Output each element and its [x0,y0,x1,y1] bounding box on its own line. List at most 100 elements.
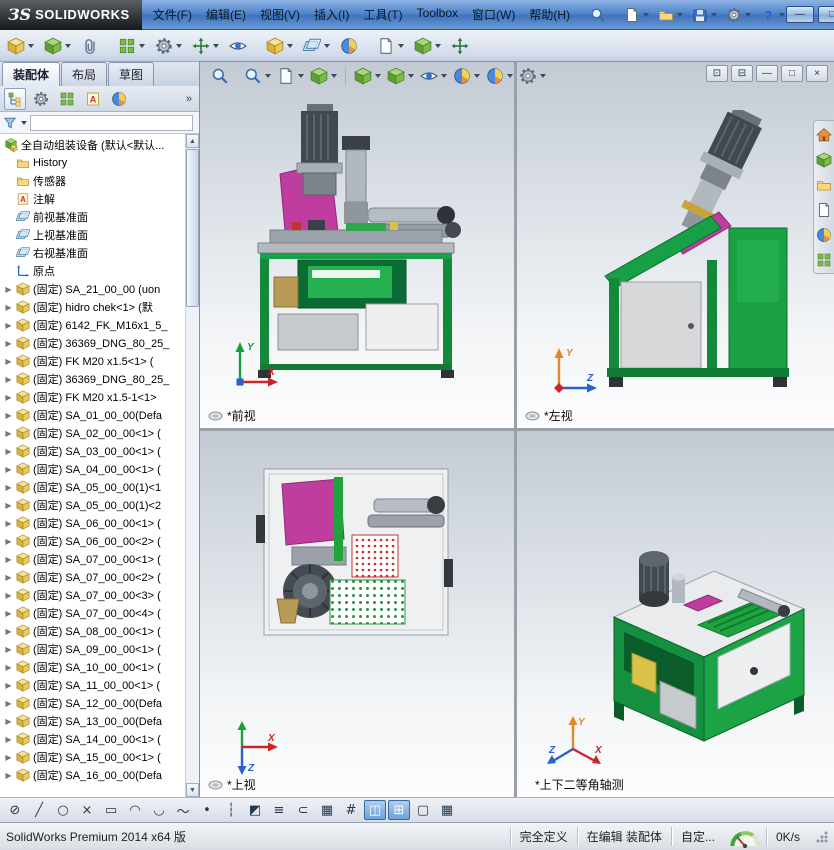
tab-sketch[interactable]: 草图 [108,62,155,86]
expand-arrow-icon[interactable]: ▶ [4,357,13,366]
viewport-two-button[interactable]: ◫ [364,800,386,820]
section-view-button[interactable] [309,66,338,86]
filter-funnel-icon[interactable] [3,116,17,130]
menu-item[interactable]: 帮助(H) [522,2,577,27]
new-document-button[interactable] [623,6,650,24]
expand-arrow-icon[interactable]: ▶ [4,591,13,600]
minimize-button[interactable]: — [786,6,815,23]
tree-item[interactable]: ▶ (固定) SA_05_00_00(1)<2 [0,496,186,514]
expand-arrow-icon[interactable]: ▶ [4,375,13,384]
expand-arrow-icon[interactable]: ▶ [4,339,13,348]
tree-item[interactable]: ▶ (固定) SA_01_00_00(Defa [0,406,186,424]
new-motion-study-button[interactable] [338,35,369,57]
close-window-button[interactable]: × [806,65,828,82]
expand-arrow-icon[interactable]: ▶ [4,681,13,690]
tree-item[interactable]: ▶ 上视基准面 [0,226,186,244]
expand-arrow-icon[interactable]: ▶ [4,609,13,618]
menu-item[interactable]: 工具(T) [356,2,409,27]
expand-arrow-icon[interactable]: ▶ [4,447,13,456]
more-tabs-chevron[interactable]: » [186,93,195,105]
appearances-scenes-tab[interactable] [816,226,833,243]
expand-arrow-icon[interactable]: ▶ [4,501,13,510]
expand-arrow-icon[interactable]: ▶ [4,429,13,438]
show-hidden-components-button[interactable] [227,35,258,57]
options-button[interactable] [725,6,752,24]
tree-item[interactable]: ▶ (固定) SA_06_00_00<2> ( [0,532,186,550]
tree-item[interactable]: ▶ (固定) SA_15_00_00<1> ( [0,748,186,766]
tree-item[interactable]: ▶ (固定) SA_07_00_00<3> ( [0,586,186,604]
expand-arrow-icon[interactable]: ▶ [4,663,13,672]
expand-arrow-icon[interactable]: ▶ [4,321,13,330]
zoom-area-button[interactable] [243,66,272,86]
linear-sketch-pattern-button[interactable]: ▦ [316,800,338,820]
tree-item[interactable]: ▶ (固定) SA_04_00_00<1> ( [0,460,186,478]
design-library-tab[interactable] [816,151,833,168]
move-component-button[interactable] [190,35,221,57]
tree-item[interactable]: ▶ (固定) 36369_DNG_80_25_ [0,370,186,388]
exploded-view-button[interactable] [412,35,443,57]
linear-component-pattern-button[interactable] [116,35,147,57]
tree-item[interactable]: ▶ (固定) 36369_DNG_80_25_ [0,334,186,352]
expand-arrow-icon[interactable]: ▶ [4,627,13,636]
tree-item[interactable]: ▶ (固定) SA_12_00_00(Defa [0,694,186,712]
tangent-arc-button[interactable]: ◡ [148,800,170,820]
tree-item[interactable]: ▶ 右视基准面 [0,244,186,262]
dimxpertmanager-tab[interactable] [82,88,104,110]
tree-item[interactable]: ▶ (固定) SA_10_00_00<1> ( [0,658,186,676]
menu-item[interactable]: Toolbox [410,2,465,27]
viewport-front[interactable]: Y X *前视 [200,62,514,428]
tree-item[interactable]: ▶ (固定) FK M20 x1.5<1> ( [0,352,186,370]
mirror-entities-button[interactable]: ◩ [244,800,266,820]
view-orientation-button[interactable] [353,66,382,86]
expand-arrow-icon[interactable]: ▶ [4,285,13,294]
displaymanager-tab[interactable] [108,88,130,110]
tree-item[interactable]: ▶ History [0,154,186,172]
tab-assembly[interactable]: 装配体 [2,62,61,86]
expand-arrow-icon[interactable]: ▶ [4,411,13,420]
view-palette-tab[interactable] [816,201,833,218]
expand-arrow-icon[interactable]: ▶ [4,393,13,402]
filter-input[interactable] [30,114,193,131]
restore-window-button[interactable]: □ [781,65,803,82]
tree-item[interactable]: ▶ 原点 [0,262,186,280]
resize-grip[interactable] [815,830,828,843]
viewport-four-button[interactable]: ⊞ [388,800,410,820]
previous-view-button[interactable] [276,66,305,86]
configurationmanager-tab[interactable] [56,88,78,110]
viewport-left[interactable]: Y Z *左视 [517,62,834,428]
tree-scrollbar[interactable]: ▲ ▼ [185,134,199,797]
mate-button[interactable] [79,35,110,57]
tree-item[interactable]: ▶ (固定) SA_06_00_00<1> ( [0,514,186,532]
open-document-button[interactable] [657,6,684,24]
customize-tab[interactable]: 自定... [670,827,724,846]
tree-item[interactable]: ▶ 注解 [0,190,186,208]
tree-item[interactable]: ▶ (固定) SA_09_00_00<1> ( [0,640,186,658]
featuremanager-tab[interactable] [4,87,26,110]
viewport-lock-button[interactable]: ⊟ [731,65,753,82]
apply-scene-button[interactable] [485,66,514,86]
file-explorer-tab[interactable] [816,176,833,193]
view-settings-button[interactable] [518,66,547,86]
expand-arrow-icon[interactable]: ▶ [4,735,13,744]
tab-layout[interactable]: 布局 [61,62,108,86]
edit-component-button[interactable] [5,35,36,57]
menu-item[interactable]: 编辑(E) [199,2,253,27]
tree-item[interactable]: ▶ (固定) SA_07_00_00<1> ( [0,550,186,568]
scroll-down-button[interactable]: ▼ [186,783,199,797]
filter-caret-icon[interactable] [21,120,27,125]
tree-item[interactable]: ▶ (固定) SA_11_00_00<1> ( [0,676,186,694]
tree-item[interactable]: ▶ (固定) SA_13_00_00(Defa [0,712,186,730]
expand-arrow-icon[interactable]: ▶ [4,537,13,546]
line-tool-button[interactable]: ╱ [28,800,50,820]
convert-entities-button[interactable]: ⊂ [292,800,314,820]
offset-entities-button[interactable]: ≡ [268,800,290,820]
circle-tool-button[interactable]: ○ [52,800,74,820]
save-document-button[interactable] [691,6,718,24]
reference-geometry-button[interactable] [301,35,332,57]
tree-item[interactable]: ▶ (固定) SA_08_00_00<1> ( [0,622,186,640]
viewport-isometric[interactable]: Y X Z *上下二等角轴测 [517,431,834,797]
scroll-up-button[interactable]: ▲ [186,134,199,148]
grid-snap-button[interactable]: # [340,800,362,820]
centerpoint-arc-button[interactable]: ◠ [124,800,146,820]
solidworks-resources-tab[interactable] [816,126,833,143]
